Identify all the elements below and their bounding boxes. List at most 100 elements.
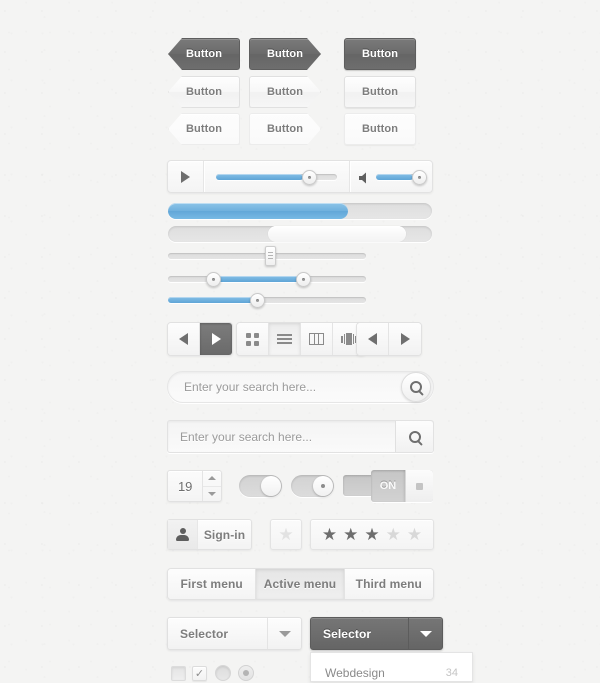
selector-text-wrap: Selector bbox=[168, 618, 267, 649]
tab-label: Active menu bbox=[263, 577, 337, 591]
star-icon[interactable]: ★ bbox=[278, 526, 293, 543]
column-view-icon bbox=[309, 333, 324, 345]
selector-light[interactable]: Selector bbox=[167, 617, 302, 650]
button-light-arrow-right[interactable]: Button bbox=[249, 76, 321, 108]
single-slider-knob[interactable] bbox=[250, 293, 265, 308]
star-icon[interactable]: ★ bbox=[364, 526, 379, 543]
nav-next-button[interactable] bbox=[200, 323, 232, 355]
nav-button-group bbox=[167, 322, 233, 356]
signin-label: Sign-in bbox=[203, 527, 246, 542]
toggle-knob bbox=[405, 470, 433, 502]
selector-dark[interactable]: Selector bbox=[310, 617, 443, 650]
volume-icon bbox=[359, 172, 366, 184]
selector-text-wrap: Selector bbox=[311, 618, 408, 649]
seek-slider[interactable] bbox=[204, 161, 349, 192]
button-light-rect[interactable]: Button bbox=[344, 76, 416, 108]
selector-arrow-button[interactable] bbox=[267, 618, 301, 649]
range-slider-track[interactable] bbox=[168, 276, 366, 282]
dropdown-item[interactable]: Webdesign 34 bbox=[311, 653, 472, 683]
seek-knob[interactable] bbox=[302, 170, 318, 185]
checkbox-empty[interactable] bbox=[171, 666, 186, 681]
play-button[interactable] bbox=[168, 161, 203, 192]
search-input[interactable] bbox=[168, 380, 399, 394]
tab-first-menu[interactable]: First menu bbox=[168, 569, 257, 599]
range-slider-knob-high[interactable] bbox=[296, 272, 311, 287]
button-row-dark: Button Button Button bbox=[168, 38, 416, 70]
star-icon[interactable]: ★ bbox=[407, 526, 422, 543]
dropdown-item-label: Webdesign bbox=[325, 666, 385, 680]
dropdown-panel: Webdesign 34 bbox=[310, 652, 473, 682]
view-grid-button[interactable] bbox=[237, 323, 269, 355]
ui-kit-canvas: Button Button Button Button Button Butto… bbox=[0, 0, 600, 682]
star-icon[interactable]: ★ bbox=[322, 526, 337, 543]
single-slider-track[interactable] bbox=[168, 297, 366, 303]
button-dark-arrow-right[interactable]: Button bbox=[249, 38, 321, 70]
progress-bar-white[interactable] bbox=[168, 226, 432, 242]
list-view-icon bbox=[277, 333, 292, 345]
search-input-wrap bbox=[168, 421, 395, 452]
view-mode-group bbox=[236, 322, 366, 356]
button-lighter-rect[interactable]: Button bbox=[344, 113, 416, 145]
progress-fill-white bbox=[268, 226, 406, 242]
button-label: Button bbox=[185, 123, 223, 135]
button-row-light: Button Button Button bbox=[168, 76, 416, 108]
toggle-pill-dot[interactable] bbox=[291, 475, 334, 497]
star-icon[interactable]: ★ bbox=[386, 526, 401, 543]
search-input[interactable] bbox=[168, 429, 395, 444]
button-label: Button bbox=[185, 48, 223, 60]
play-icon bbox=[181, 170, 190, 183]
view-column-button[interactable] bbox=[301, 323, 333, 355]
volume-knob[interactable] bbox=[412, 170, 427, 185]
tab-third-menu[interactable]: Third menu bbox=[344, 569, 433, 599]
slider-vertical-handle[interactable] bbox=[265, 246, 276, 266]
tab-label: First menu bbox=[180, 577, 243, 591]
single-slider-fill bbox=[168, 297, 256, 303]
view-list-button[interactable] bbox=[269, 323, 301, 355]
arrow-right-icon bbox=[400, 333, 410, 345]
grid-view-icon bbox=[246, 332, 259, 346]
button-lighter-arrow-right[interactable]: Button bbox=[249, 113, 321, 145]
search-icon bbox=[410, 381, 422, 393]
pager-group bbox=[356, 322, 422, 356]
button-label: Button bbox=[185, 86, 223, 98]
stepper-up-button[interactable] bbox=[203, 471, 221, 487]
arrow-left-icon bbox=[179, 333, 188, 345]
button-label: Button bbox=[266, 123, 304, 135]
stepper-value[interactable]: 19 bbox=[168, 471, 204, 501]
volume-control[interactable] bbox=[350, 161, 432, 192]
arrow-right-icon bbox=[211, 333, 221, 345]
button-row-lighter: Button Button Button bbox=[168, 113, 416, 145]
caret-up-icon bbox=[208, 476, 217, 481]
toggle-on-label: ON bbox=[379, 480, 397, 492]
toggle-pill-plain[interactable] bbox=[239, 475, 282, 497]
rating-single[interactable]: ★ bbox=[270, 519, 302, 550]
caret-down-icon bbox=[208, 491, 217, 496]
range-slider-knob-low[interactable] bbox=[206, 272, 221, 287]
button-light-arrow-left[interactable]: Button bbox=[168, 76, 240, 108]
progress-bar-blue[interactable] bbox=[168, 203, 432, 219]
button-label: Button bbox=[361, 48, 399, 60]
tab-active-menu[interactable]: Active menu bbox=[256, 569, 345, 599]
toggle-on[interactable]: ON bbox=[371, 470, 433, 502]
button-dark-arrow-left[interactable]: Button bbox=[168, 38, 240, 70]
pager-prev-button[interactable] bbox=[357, 323, 389, 355]
search-button[interactable] bbox=[395, 421, 433, 452]
button-lighter-arrow-left[interactable]: Button bbox=[168, 113, 240, 145]
button-label: Button bbox=[361, 123, 399, 135]
selector-arrow-button[interactable] bbox=[408, 618, 442, 649]
search-button[interactable] bbox=[401, 372, 431, 402]
selector-label: Selector bbox=[180, 626, 229, 641]
checkbox-checked[interactable]: ✓ bbox=[192, 666, 207, 681]
button-label: Button bbox=[266, 86, 304, 98]
radio-selected[interactable] bbox=[238, 665, 254, 681]
stepper-down-button[interactable] bbox=[203, 487, 221, 502]
button-label: Button bbox=[361, 86, 399, 98]
star-icon[interactable]: ★ bbox=[343, 526, 358, 543]
signin-button[interactable]: Sign-in bbox=[167, 519, 252, 550]
radio-empty[interactable] bbox=[215, 665, 231, 681]
rating-group[interactable]: ★ ★ ★ ★ ★ bbox=[310, 519, 434, 550]
nav-prev-button[interactable] bbox=[168, 323, 200, 355]
pager-next-button[interactable] bbox=[389, 323, 421, 355]
button-dark-rect[interactable]: Button bbox=[344, 38, 416, 70]
stepper-arrows bbox=[203, 471, 221, 501]
